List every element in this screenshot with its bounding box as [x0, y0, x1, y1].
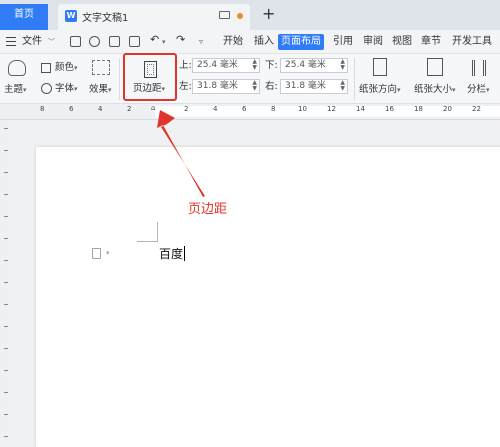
annotation-arrow — [157, 110, 205, 197]
annotation-label: 页边距 — [188, 202, 228, 217]
